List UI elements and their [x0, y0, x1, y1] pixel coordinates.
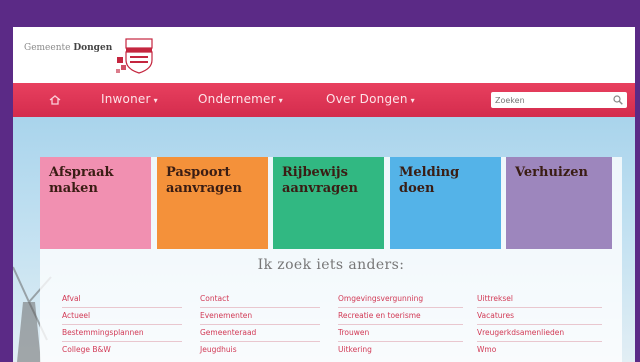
- divider: [200, 341, 320, 342]
- divider: [338, 307, 463, 308]
- logo-prefix: Gemeente: [24, 43, 71, 53]
- link-afval[interactable]: Afval: [62, 294, 81, 303]
- link-uittreksel[interactable]: Uittreksel: [477, 294, 513, 303]
- search-input[interactable]: [495, 94, 605, 106]
- link-bestemmingsplannen[interactable]: Bestemmingsplannen: [62, 328, 144, 337]
- tile-label: Melding: [399, 165, 460, 180]
- link-jeugdhuis[interactable]: Jeugdhuis: [200, 345, 237, 354]
- divider: [200, 324, 320, 325]
- tile-label: aanvragen: [166, 181, 242, 196]
- search-box: [491, 92, 627, 108]
- link-vacatures[interactable]: Vacatures: [477, 311, 514, 320]
- link-college[interactable]: College B&W: [62, 345, 111, 354]
- nav-item-inwoner[interactable]: Inwoner ▾: [101, 92, 158, 106]
- divider: [477, 307, 602, 308]
- link-gemeenteraad[interactable]: Gemeenteraad: [200, 328, 256, 337]
- links-heading: Ik zoek iets anders:: [257, 257, 405, 273]
- tile-label: Paspoort: [166, 165, 231, 180]
- divider: [62, 324, 182, 325]
- hero-section: Afspraak maken Paspoort aanvragen Rijbew…: [13, 117, 635, 362]
- tile-rijbewijs-aanvragen[interactable]: Rijbewijs aanvragen: [273, 157, 384, 249]
- divider: [477, 324, 602, 325]
- divider: [338, 324, 463, 325]
- crest-icon[interactable]: [113, 35, 157, 77]
- nav-item-over-dongen[interactable]: Over Dongen ▾: [326, 92, 415, 106]
- link-wmo[interactable]: Wmo: [477, 345, 496, 354]
- chevron-down-icon: ▾: [278, 96, 283, 105]
- link-recreatie[interactable]: Recreatie en toerisme: [338, 311, 421, 320]
- services-panel: Afspraak maken Paspoort aanvragen Rijbew…: [40, 157, 622, 362]
- link-trouwen[interactable]: Trouwen: [338, 328, 369, 337]
- browser-screen: Gemeente Dongen Inwoner ▾ Ondernemer ▾ Ove…: [13, 27, 635, 362]
- link-vrijwilligers[interactable]: Vreugerkdsamenlieden: [477, 328, 564, 337]
- link-contact[interactable]: Contact: [200, 294, 229, 303]
- tile-label: Verhuizen: [515, 165, 588, 180]
- divider: [477, 341, 602, 342]
- search-icon[interactable]: [613, 95, 623, 105]
- home-icon[interactable]: [49, 95, 61, 105]
- tile-melding-doen[interactable]: Melding doen: [390, 157, 501, 249]
- link-uitkering[interactable]: Uitkering: [338, 345, 372, 354]
- link-actueel[interactable]: Actueel: [62, 311, 90, 320]
- tile-label: maken: [49, 181, 98, 196]
- nav-item-label: Ondernemer: [198, 92, 276, 106]
- tile-verhuizen[interactable]: Verhuizen: [506, 157, 612, 249]
- nav-item-ondernemer[interactable]: Ondernemer ▾: [198, 92, 283, 106]
- site-logo-text[interactable]: Gemeente Dongen: [24, 43, 112, 53]
- logo-name: Dongen: [73, 43, 113, 53]
- main-navigation: Inwoner ▾ Ondernemer ▾ Over Dongen ▾: [13, 83, 635, 117]
- tile-label: Rijbewijs: [282, 165, 348, 180]
- tile-afspraak-maken[interactable]: Afspraak maken: [40, 157, 151, 249]
- chevron-down-icon: ▾: [410, 96, 415, 105]
- tile-label: aanvragen: [282, 181, 358, 196]
- divider: [62, 341, 182, 342]
- header: Gemeente Dongen: [13, 27, 635, 83]
- tile-label: doen: [399, 181, 435, 196]
- nav-item-label: Over Dongen: [326, 92, 408, 106]
- link-omgevingsvergunning[interactable]: Omgevingsvergunning: [338, 294, 423, 303]
- divider: [200, 307, 320, 308]
- divider: [62, 307, 182, 308]
- link-evenementen[interactable]: Evenementen: [200, 311, 252, 320]
- nav-item-label: Inwoner: [101, 92, 151, 106]
- tile-paspoort-aanvragen[interactable]: Paspoort aanvragen: [157, 157, 268, 249]
- tile-label: Afspraak: [49, 165, 114, 180]
- chevron-down-icon: ▾: [153, 96, 158, 105]
- divider: [338, 341, 463, 342]
